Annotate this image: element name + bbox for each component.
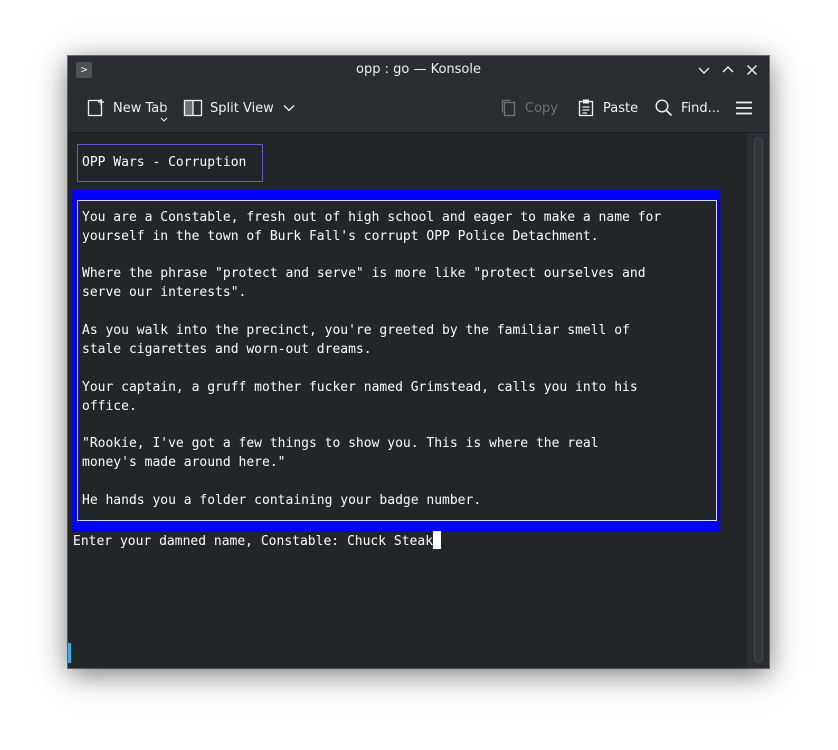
split-view-label: Split View	[210, 100, 274, 116]
story-text-area: You are a Constable, fresh out of high s…	[78, 201, 710, 511]
chevron-down-icon	[283, 105, 295, 112]
story-line: Your captain, a gruff mother fucker name…	[82, 380, 638, 395]
close-button[interactable]	[744, 62, 760, 78]
story-line: Where the phrase "protect and serve" is …	[82, 266, 646, 281]
name-prompt[interactable]: Enter your damned name, Constable: Chuck…	[73, 531, 442, 551]
story-line: money's made around here."	[82, 455, 286, 470]
story-frame: You are a Constable, fresh out of high s…	[72, 190, 720, 532]
window-title: opp : go — Konsole	[356, 62, 481, 77]
scroll-marker	[68, 643, 71, 663]
title-bar[interactable]: > opp : go — Konsole	[68, 56, 769, 84]
chevron-up-icon	[722, 66, 734, 73]
story-line: "Rookie, I've got a few things to show y…	[82, 436, 599, 451]
vertical-scrollbar[interactable]	[746, 133, 769, 668]
paste-label: Paste	[603, 100, 639, 116]
find-button[interactable]: Find...	[654, 84, 720, 132]
search-icon	[655, 99, 673, 117]
story-line: He hands you a folder containing your ba…	[82, 493, 482, 508]
copy-icon	[501, 99, 516, 117]
story-line: serve our interests".	[82, 285, 247, 300]
find-label: Find...	[681, 100, 721, 116]
prompt-label: Enter your damned name, Constable:	[73, 534, 347, 549]
copy-label: Copy	[525, 100, 558, 116]
dropdown-arrow-icon[interactable]	[160, 117, 168, 123]
story-panel: You are a Constable, fresh out of high s…	[77, 200, 717, 521]
copy-button[interactable]: Copy	[498, 84, 558, 132]
chevron-down-icon	[698, 67, 710, 74]
text-cursor	[433, 531, 442, 549]
konsole-window: > opp : go — Konsole New Tab Split View …	[68, 56, 769, 668]
name-input-value[interactable]: Chuck Steak	[347, 534, 433, 549]
new-tab-button[interactable]: New Tab	[86, 84, 168, 132]
split-view-button[interactable]: Split View	[183, 84, 295, 132]
terminal-view[interactable]: OPP Wars - Corruption You are a Constabl…	[68, 133, 746, 668]
story-line: stale cigarettes and worn-out dreams.	[82, 342, 372, 357]
paste-button[interactable]: Paste	[576, 84, 638, 132]
close-icon	[747, 65, 757, 75]
new-tab-label: New Tab	[113, 100, 168, 116]
main-toolbar: New Tab Split View Copy Paste Find...	[68, 84, 769, 133]
minimize-button[interactable]	[696, 62, 712, 78]
story-line: yourself in the town of Burk Fall's corr…	[82, 229, 599, 244]
hamburger-menu-icon	[736, 101, 752, 115]
story-line: As you walk into the precinct, you're gr…	[82, 323, 630, 338]
split-view-icon	[183, 99, 203, 117]
maximize-button[interactable]	[720, 62, 736, 78]
hamburger-menu-button[interactable]	[734, 84, 754, 132]
story-line: office.	[82, 399, 137, 414]
scrollbar-thumb[interactable]	[754, 137, 763, 663]
game-title-box: OPP Wars - Corruption	[77, 144, 263, 182]
story-line: You are a Constable, fresh out of high s…	[82, 210, 662, 225]
new-tab-icon	[87, 99, 104, 117]
clipboard-icon	[578, 99, 594, 117]
